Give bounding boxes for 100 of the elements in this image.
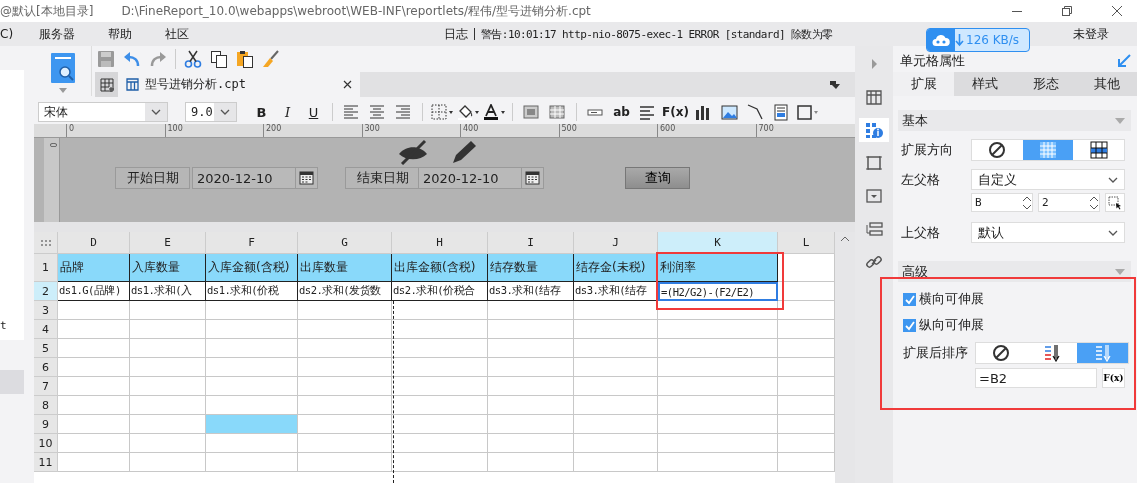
underline-button[interactable]: U (302, 102, 325, 122)
table-cell[interactable]: =(H2/G2)-(F2/E2) (658, 282, 778, 301)
layers-icon[interactable] (865, 220, 883, 238)
table-cell[interactable]: ds1.求和(入 (130, 282, 206, 301)
dropdown-widget-icon[interactable] (865, 187, 883, 205)
table-cell[interactable] (206, 377, 298, 396)
table-cell[interactable] (392, 434, 488, 453)
border-icon[interactable] (430, 103, 453, 121)
menu-item[interactable]: C) (0, 27, 14, 41)
menu-item[interactable]: 服务器 (39, 25, 76, 43)
section-header[interactable]: 基本 (898, 110, 1131, 131)
table-cell[interactable] (130, 339, 206, 358)
table-cell[interactable] (574, 415, 658, 434)
property-tab[interactable]: 扩展 (893, 72, 954, 96)
table-cell[interactable] (658, 358, 778, 377)
dock-icon[interactable] (829, 79, 841, 90)
table-cell[interactable]: 出库数量 (298, 254, 392, 282)
menu-item[interactable]: 社区 (165, 25, 190, 43)
table-cell[interactable] (58, 339, 130, 358)
table-cell[interactable] (206, 320, 298, 339)
italic-button[interactable]: I (276, 102, 299, 122)
table-cell[interactable] (392, 415, 488, 434)
row-header[interactable]: 6 (34, 358, 58, 377)
table-cell[interactable] (206, 415, 298, 434)
table-cell[interactable] (574, 434, 658, 453)
column-header[interactable]: L (778, 232, 835, 254)
frame-icon[interactable] (865, 154, 883, 172)
table-cell[interactable] (392, 377, 488, 396)
restore-icon[interactable] (1061, 5, 1073, 17)
menu-item[interactable]: 帮助 (108, 25, 133, 43)
table-cell[interactable] (488, 358, 574, 377)
close-icon[interactable] (1111, 5, 1123, 17)
image-icon[interactable] (720, 103, 738, 121)
table-cell[interactable] (392, 301, 488, 320)
row-header[interactable]: 1 (34, 254, 58, 282)
document-icon[interactable] (772, 103, 790, 121)
merge-cells-icon[interactable] (523, 103, 540, 121)
table-cell[interactable] (658, 377, 778, 396)
save-icon[interactable] (97, 50, 115, 68)
frame-icon[interactable] (796, 103, 819, 121)
table-cell[interactable]: ds1.求和(价税 (206, 282, 298, 301)
spin-arrows-icon[interactable] (1022, 194, 1032, 211)
table-cell[interactable] (488, 415, 574, 434)
select-all-corner[interactable] (34, 232, 58, 254)
document-tab[interactable]: 型号进销分析.cpt (118, 72, 360, 97)
template-icon[interactable] (49, 52, 76, 84)
dropdown[interactable]: 自定义 (971, 169, 1125, 190)
table-cell[interactable] (298, 415, 392, 434)
property-tab[interactable]: 样式 (954, 72, 1015, 96)
table-cell[interactable] (574, 453, 658, 472)
toolbar-button[interactable]: F(x) (662, 102, 689, 122)
table-cell[interactable] (58, 320, 130, 339)
paste-icon[interactable] (236, 50, 254, 68)
table-cell[interactable] (658, 453, 778, 472)
row-header[interactable]: 11 (34, 453, 58, 472)
bold-button[interactable]: B (250, 102, 273, 122)
column-header[interactable]: G (298, 232, 392, 254)
table-cell[interactable] (206, 358, 298, 377)
row-header[interactable]: 9 (34, 415, 58, 434)
table-cell[interactable] (488, 339, 574, 358)
table-cell[interactable] (658, 301, 778, 320)
table-cell[interactable] (58, 377, 130, 396)
undo-icon[interactable] (123, 50, 141, 68)
checkbox[interactable] (903, 318, 916, 332)
table-cell[interactable] (298, 358, 392, 377)
row-header[interactable]: 2 (34, 282, 58, 301)
table-cell[interactable] (488, 301, 574, 320)
property-tab[interactable]: 形态 (1015, 72, 1076, 96)
table-cell[interactable] (574, 358, 658, 377)
table-cell[interactable] (58, 434, 130, 453)
caret-icon[interactable] (1108, 176, 1118, 183)
table-cell[interactable] (130, 453, 206, 472)
table-cell[interactable] (488, 377, 574, 396)
table-cell[interactable] (574, 320, 658, 339)
scroll-up-icon[interactable] (840, 236, 850, 242)
log-link[interactable]: 日志 (444, 28, 476, 40)
query-button[interactable]: 查询 (625, 167, 690, 189)
table-cell[interactable] (130, 434, 206, 453)
align-left-icon[interactable] (343, 103, 360, 121)
cell-info-icon[interactable] (865, 121, 883, 139)
table-cell[interactable]: 入库金额(含税) (206, 254, 298, 282)
table-cell[interactable] (488, 320, 574, 339)
table-cell[interactable] (488, 396, 574, 415)
table-cell[interactable]: ds3.求和(结存 (574, 282, 658, 301)
table-cell[interactable] (658, 339, 778, 358)
table-cell[interactable] (658, 415, 778, 434)
formula-button[interactable]: F(x) (1102, 368, 1125, 388)
property-tab[interactable]: 其他 (1076, 72, 1137, 96)
caret-icon[interactable] (151, 109, 161, 115)
table-cell[interactable]: 品牌 (58, 254, 130, 282)
table-cell[interactable]: 结存数量 (488, 254, 574, 282)
table-cell[interactable] (574, 377, 658, 396)
table-cell[interactable]: ds3.求和(结存 (488, 282, 574, 301)
table-cell[interactable] (130, 358, 206, 377)
scissors-icon[interactable] (184, 50, 202, 68)
paint-bucket-icon[interactable] (456, 103, 479, 121)
align-center-icon[interactable] (369, 103, 386, 121)
column-header[interactable]: F (206, 232, 298, 254)
redo-icon[interactable] (149, 50, 167, 68)
table-cell[interactable] (58, 396, 130, 415)
